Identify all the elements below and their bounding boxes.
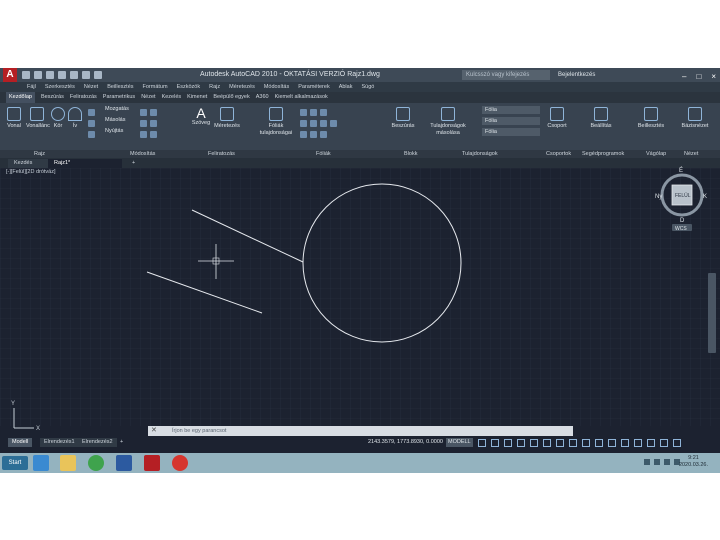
- ucs-y-label: Y: [11, 401, 15, 407]
- annotation-monitor-icon[interactable]: [595, 439, 603, 447]
- ortho-toggle-icon[interactable]: [504, 439, 512, 447]
- status-toggles: [478, 439, 681, 447]
- annotation-scale-icon[interactable]: [569, 439, 577, 447]
- viewport-controls[interactable]: [-][Felül][2D drótváz]: [6, 169, 56, 175]
- quick-properties-icon[interactable]: [621, 439, 629, 447]
- model-space-button[interactable]: MODELL: [446, 438, 473, 447]
- polar-toggle-icon[interactable]: [517, 439, 525, 447]
- viewcube-east[interactable]: K: [703, 194, 707, 200]
- flag-icon[interactable]: [654, 459, 660, 465]
- osnap-toggle-icon[interactable]: [530, 439, 538, 447]
- file-explorer-icon[interactable]: [60, 455, 76, 471]
- add-layout-button[interactable]: +: [116, 438, 127, 447]
- lineweight-toggle-icon[interactable]: [556, 439, 564, 447]
- clock[interactable]: 9:21 2020.03.26.: [679, 455, 708, 469]
- viewcube-face-label: FELÜL: [675, 192, 691, 199]
- close-command-line-icon[interactable]: ✕: [151, 426, 157, 436]
- autocad-icon[interactable]: [144, 455, 160, 471]
- clean-screen-icon[interactable]: [660, 439, 668, 447]
- windows-taskbar: Start 9:21 2020.03.26.: [0, 453, 720, 473]
- viewcube-west[interactable]: Ny: [655, 194, 662, 200]
- navigation-bar[interactable]: [708, 273, 716, 353]
- snap-toggle-icon[interactable]: [491, 439, 499, 447]
- wcs-label: WCS: [675, 226, 687, 232]
- tab-layout1[interactable]: Elrendezés1: [40, 438, 79, 447]
- network-icon[interactable]: [664, 459, 670, 465]
- system-tray: [644, 459, 680, 465]
- app-icon[interactable]: [172, 455, 188, 471]
- ucs-x-label: X: [36, 426, 40, 432]
- viewcube-south[interactable]: D: [680, 218, 685, 224]
- grid-area: [0, 168, 720, 426]
- tab-model[interactable]: Modell: [8, 438, 33, 447]
- internet-explorer-icon[interactable]: [33, 455, 49, 471]
- chrome-icon[interactable]: [88, 455, 104, 471]
- grid-toggle-icon[interactable]: [478, 439, 486, 447]
- viewcube-north[interactable]: É: [679, 167, 683, 174]
- workspace-gear-icon[interactable]: [582, 439, 590, 447]
- units-icon[interactable]: [608, 439, 616, 447]
- start-button[interactable]: Start: [2, 456, 28, 470]
- hardware-acceleration-icon[interactable]: [647, 439, 655, 447]
- command-line[interactable]: ✕ Írjon be egy parancsot: [148, 426, 573, 436]
- clock-date: 2020.03.26.: [678, 462, 708, 468]
- save-disk-icon[interactable]: [116, 455, 132, 471]
- clock-time: 9:21: [688, 455, 699, 461]
- otrack-toggle-icon[interactable]: [543, 439, 551, 447]
- command-input[interactable]: Írjon be egy parancsot: [172, 426, 226, 436]
- tray-arrow-icon[interactable]: [644, 459, 650, 465]
- tab-layout2[interactable]: Elrendezés2: [78, 438, 117, 447]
- drawing-canvas[interactable]: Y X É D Ny K FELÜL WCS: [0, 68, 720, 473]
- coordinate-readout: 2143.3579, 1773.8930, 0.0000: [368, 439, 443, 445]
- isolate-objects-icon[interactable]: [634, 439, 642, 447]
- customization-menu-icon[interactable]: [673, 439, 681, 447]
- autocad-window: A Autodesk AutoCAD 2010 - OKTATÁSI VERZI…: [0, 68, 720, 473]
